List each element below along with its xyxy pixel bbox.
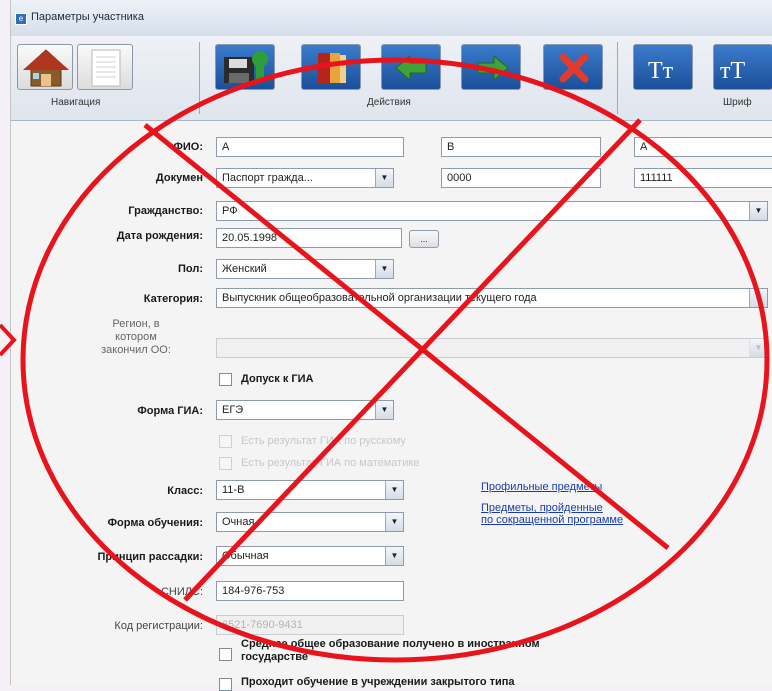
book-button[interactable] [301, 44, 361, 90]
chevron-down-icon[interactable]: ▼ [375, 260, 393, 278]
back-button[interactable] [381, 44, 441, 90]
last-name-field[interactable]: А [216, 137, 404, 157]
middle-name-field[interactable]: А [634, 137, 772, 157]
registration-code-field: 6521-7690-9431 [216, 615, 404, 635]
region-label: Регион, в котором закончил ОО: [101, 318, 171, 356]
arrow-left-icon [395, 54, 427, 82]
chevron-down-icon[interactable]: ▼ [375, 401, 393, 419]
participant-parameters-window: e Параметры участника Навигация Действия… [10, 0, 772, 691]
svg-text:Tт: Tт [648, 58, 674, 84]
group-label-font: Шриф [723, 97, 752, 108]
chevron-down-icon[interactable]: ▼ [749, 289, 767, 307]
snils-label: СНИЛС: [160, 586, 203, 598]
gia-russian-label: Есть результат ГИА по русскому [241, 435, 406, 447]
foreign-education-label: Среднее общее образование получено в ино… [241, 638, 540, 663]
study-form-value: Очная [222, 516, 255, 528]
document-series-field[interactable]: 0000 [441, 168, 601, 188]
birth-date-label: Дата рождения: [116, 230, 203, 242]
document-number-field[interactable]: 111111 [634, 168, 772, 188]
sex-value: Женский [222, 263, 267, 275]
sex-label: Пол: [177, 263, 203, 275]
region-select[interactable]: ▼ [216, 338, 768, 358]
group-separator [617, 42, 618, 114]
gia-math-checkbox[interactable] [219, 457, 232, 470]
profile-subjects-link[interactable]: Профильные предметы [481, 481, 602, 493]
font-size-icon: тT [720, 58, 745, 84]
seating-label: Принцип рассадки: [97, 551, 204, 563]
gia-russian-checkbox[interactable] [219, 435, 232, 448]
citizenship-label: Гражданство: [128, 205, 203, 217]
document-type-select[interactable]: Паспорт гражда... ▼ [216, 168, 394, 188]
font-increase-button[interactable]: тT [713, 44, 772, 90]
group-label-navigation: Навигация [51, 97, 101, 108]
study-form-label: Форма обучения: [107, 517, 203, 529]
fio-label: ФИО: [173, 141, 203, 153]
category-select[interactable]: Выпускник общеобразовательной организаци… [216, 288, 768, 308]
gia-form-label: Форма ГИА: [137, 405, 203, 417]
chevron-down-icon[interactable]: ▼ [385, 481, 403, 499]
group-separator [199, 42, 200, 114]
reduced-program-link[interactable]: Предметы, пройденные по сокращенной прог… [481, 502, 623, 526]
citizenship-select[interactable]: РФ ▼ [216, 201, 768, 221]
citizenship-value: РФ [222, 205, 238, 217]
document-type-value: Паспорт гражда... [222, 172, 313, 184]
close-icon [559, 53, 589, 83]
chevron-down-icon[interactable]: ▼ [385, 513, 403, 531]
gia-form-select[interactable]: ЕГЭ ▼ [216, 400, 394, 420]
delete-button[interactable] [543, 44, 603, 90]
arrow-right-icon [477, 54, 509, 82]
font-decrease-button[interactable]: Tт [633, 44, 693, 90]
group-label-actions: Действия [367, 97, 411, 108]
closed-institution-label: Проходит обучение в учреждении закрытого… [241, 676, 515, 688]
sex-select[interactable]: Женский ▼ [216, 259, 394, 279]
participant-form: ФИО: А В А Докумен Паспорт гражда... ▼ 0… [11, 120, 772, 691]
svg-text:тT: тT [720, 58, 745, 84]
save-icon [224, 51, 268, 83]
home-button[interactable] [17, 44, 73, 90]
seating-value: Обычная [222, 550, 269, 562]
book-icon [318, 53, 346, 83]
class-label: Класс: [167, 485, 203, 497]
document-button[interactable] [77, 44, 133, 90]
study-form-select[interactable]: Очная ▼ [216, 512, 404, 532]
font-size-icon: Tт [648, 58, 674, 84]
title-bar: e Параметры участника [11, 0, 772, 37]
foreign-education-checkbox[interactable] [219, 648, 232, 661]
gia-admission-label: Допуск к ГИА [241, 373, 314, 385]
chevron-down-icon[interactable]: ▼ [385, 547, 403, 565]
birth-date-field[interactable]: 20.05.1998 [216, 228, 402, 248]
home-icon [23, 49, 69, 87]
category-label: Категория: [143, 293, 203, 305]
window-title: Параметры участника [31, 11, 144, 23]
chevron-down-icon[interactable]: ▼ [749, 202, 767, 220]
document-label: Докумен [155, 172, 203, 184]
category-value: Выпускник общеобразовательной организаци… [222, 292, 537, 304]
chevron-down-icon[interactable]: ▼ [375, 169, 393, 187]
document-icon [91, 49, 121, 87]
first-name-field[interactable]: В [441, 137, 601, 157]
save-button[interactable] [215, 44, 275, 90]
gia-math-label: Есть результат ГИА по математике [241, 457, 420, 469]
forward-button[interactable] [461, 44, 521, 90]
ribbon-toolbar: Навигация Действия Tт тT Шриф [11, 36, 772, 121]
date-picker-button[interactable]: ... [409, 230, 439, 248]
window-icon: e [15, 13, 27, 25]
registration-code-label: Код регистрации: [114, 620, 203, 632]
class-select[interactable]: 11-В ▼ [216, 480, 404, 500]
chevron-down-icon[interactable]: ▼ [749, 339, 767, 357]
gia-form-value: ЕГЭ [222, 404, 244, 416]
class-value: 11-В [222, 484, 245, 496]
seating-select[interactable]: Обычная ▼ [216, 546, 404, 566]
gia-admission-checkbox[interactable] [219, 373, 232, 386]
snils-field[interactable]: 184-976-753 [216, 581, 404, 601]
